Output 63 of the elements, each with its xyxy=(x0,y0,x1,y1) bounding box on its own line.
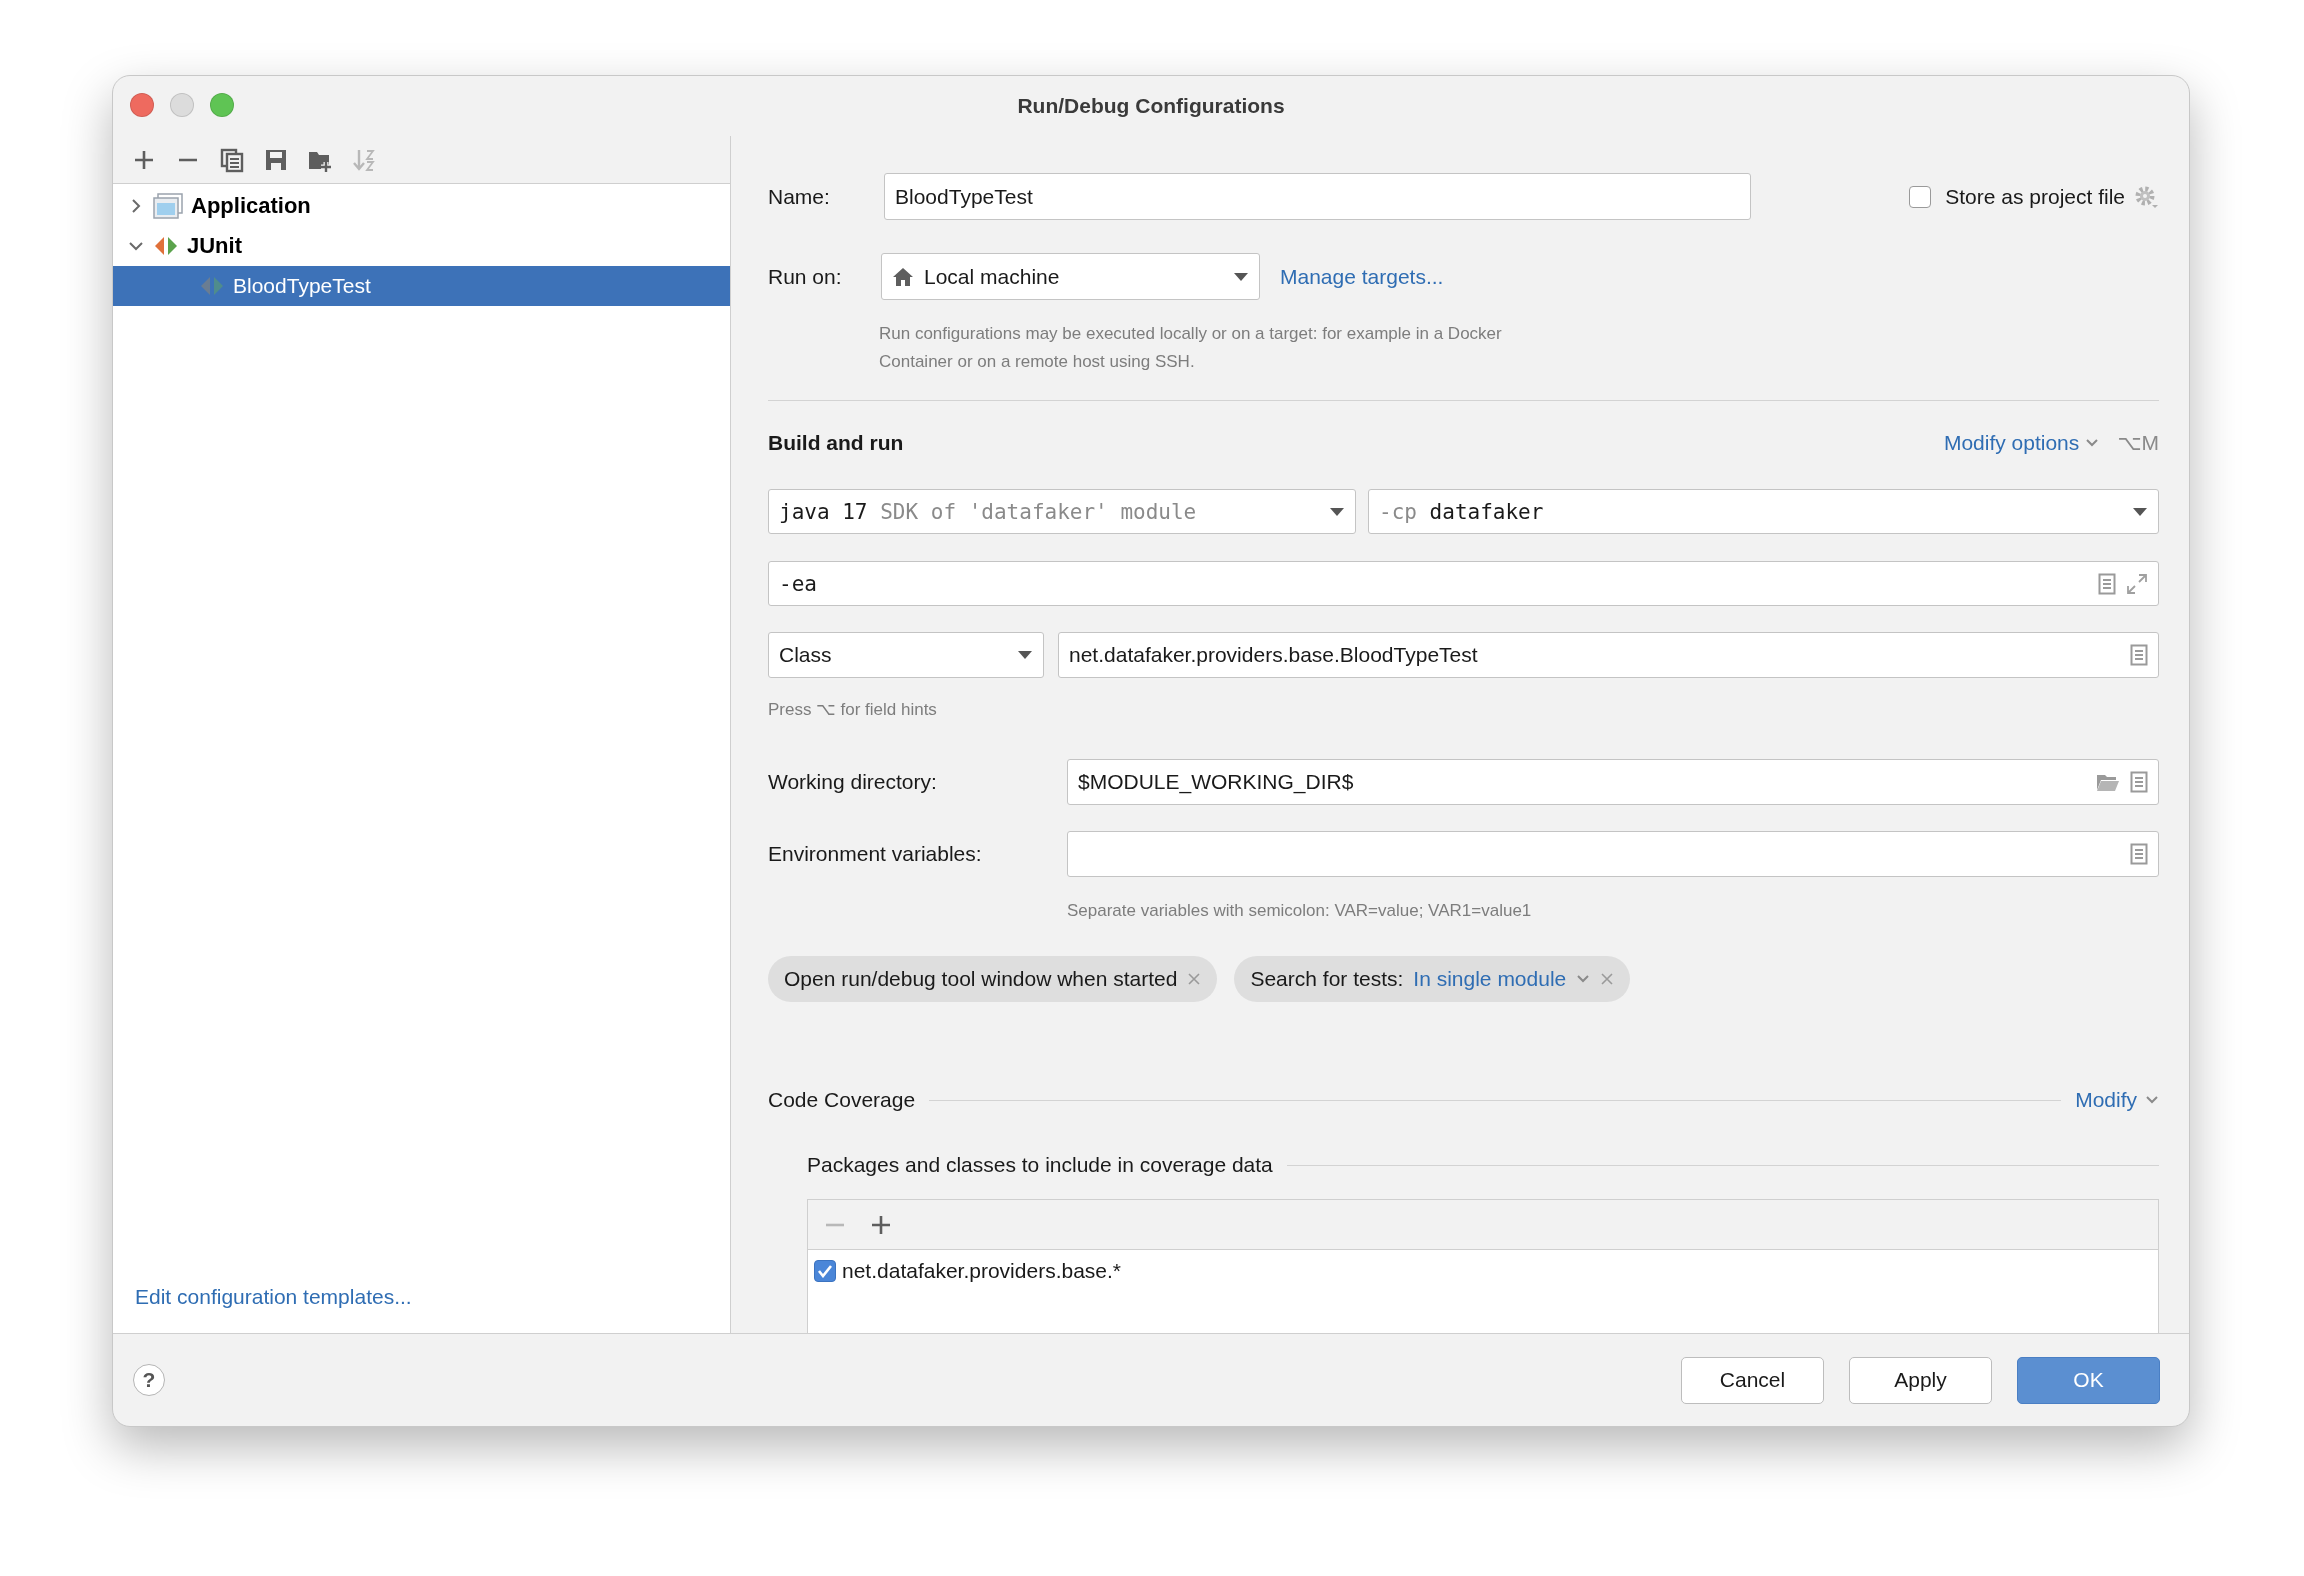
window-title: Run/Debug Configurations xyxy=(1017,94,1285,118)
apply-button[interactable]: Apply xyxy=(1849,1356,1992,1404)
zoom-window-button[interactable] xyxy=(210,93,234,117)
close-icon[interactable] xyxy=(1187,972,1202,986)
field-hints-text: Press ⌥ for field hints xyxy=(768,699,938,721)
chevron-down-icon xyxy=(2085,438,2100,448)
section-title: Build and run xyxy=(768,431,904,455)
option-label: Search for tests: xyxy=(1250,967,1404,991)
document-icon[interactable] xyxy=(2098,572,2116,595)
dropdown-arrow-icon xyxy=(2132,506,2148,517)
run-on-hint: Run configurations may be executed locally or on a target: for example in a Docker Container or on a remote host using SSH. xyxy=(879,323,1503,373)
document-icon[interactable] xyxy=(2130,771,2148,793)
junit-icon xyxy=(153,234,179,258)
run-on-dropdown[interactable]: Local machine xyxy=(881,253,1260,300)
run-on-label: Run on: xyxy=(768,264,843,289)
minimize-window-button[interactable] xyxy=(170,93,194,117)
vm-options-field[interactable]: -ea xyxy=(768,561,2159,606)
package-pattern: net.datafaker.providers.base.* xyxy=(842,1259,1121,1283)
working-directory-label: Working directory: xyxy=(768,770,938,794)
checkbox[interactable] xyxy=(1909,185,1932,208)
jre-dropdown[interactable]: java 17 SDK of 'datafaker' module xyxy=(768,489,1356,534)
environment-variables-label: Environment variables: xyxy=(768,842,983,866)
test-kind-dropdown[interactable]: Class xyxy=(768,632,1044,678)
working-directory-field[interactable]: $MODULE_WORKING_DIR$ xyxy=(1067,759,2159,805)
cancel-button[interactable]: Cancel xyxy=(1681,1356,1824,1404)
test-class-field[interactable]: net.datafaker.providers.base.BloodTypeTest xyxy=(1058,632,2159,678)
copy-icon[interactable] xyxy=(219,146,245,173)
manage-targets-link[interactable]: Manage targets... xyxy=(1280,264,1444,289)
modify-link[interactable]: Modify xyxy=(2075,1088,2137,1112)
close-window-button[interactable] xyxy=(130,93,154,117)
name-field[interactable]: BloodTypeTest xyxy=(884,173,1751,220)
option-label: Open run/debug tool window when started xyxy=(784,967,1178,991)
test-icon xyxy=(199,274,225,298)
help-button[interactable]: ? xyxy=(133,1364,165,1396)
edit-templates-link[interactable]: Edit configuration templates... xyxy=(135,1285,730,1309)
subsection-title: Packages and classes to include in coverage data xyxy=(807,1153,1273,1177)
dropdown-arrow-icon xyxy=(1017,650,1033,660)
document-icon[interactable] xyxy=(2130,644,2148,666)
option-chip[interactable]: Open run/debug tool window when started xyxy=(768,956,1218,1002)
checkbox[interactable] xyxy=(814,1260,836,1282)
dropdown-arrow-icon xyxy=(1329,506,1345,517)
section-title: Code Coverage xyxy=(768,1088,916,1112)
option-value-link[interactable]: In single module xyxy=(1413,967,1567,991)
chevron-down-icon xyxy=(2145,1095,2159,1105)
close-icon[interactable] xyxy=(1600,972,1615,986)
environment-variables-field[interactable] xyxy=(1067,831,2159,877)
document-icon[interactable] xyxy=(2130,843,2148,865)
environment-variables-hint: Separate variables with semicolon: VAR=value; VAR1=value1 xyxy=(1067,900,1533,922)
expand-icon[interactable] xyxy=(2126,572,2148,595)
dropdown-arrow-icon xyxy=(1233,271,1249,282)
tree-item[interactable]: Application xyxy=(113,186,730,226)
tree-item[interactable]: BloodTypeTest xyxy=(113,266,730,306)
store-as-project-file-label: Store as project file xyxy=(1945,184,2125,209)
tree-item[interactable]: JUnit xyxy=(113,226,730,266)
option-chip[interactable]: Search for tests: In single module xyxy=(1234,956,1631,1002)
application-icon xyxy=(153,193,183,219)
chevron-down-icon xyxy=(1576,974,1591,984)
shortcut-hint: ⌥M xyxy=(2117,431,2159,455)
folder-icon[interactable] xyxy=(2096,772,2120,792)
modify-options-link[interactable]: Modify options xyxy=(1943,431,2080,455)
name-label: Name: xyxy=(768,184,831,209)
classpath-dropdown[interactable]: -cp datafaker xyxy=(1368,489,2159,534)
house-icon xyxy=(892,266,914,287)
